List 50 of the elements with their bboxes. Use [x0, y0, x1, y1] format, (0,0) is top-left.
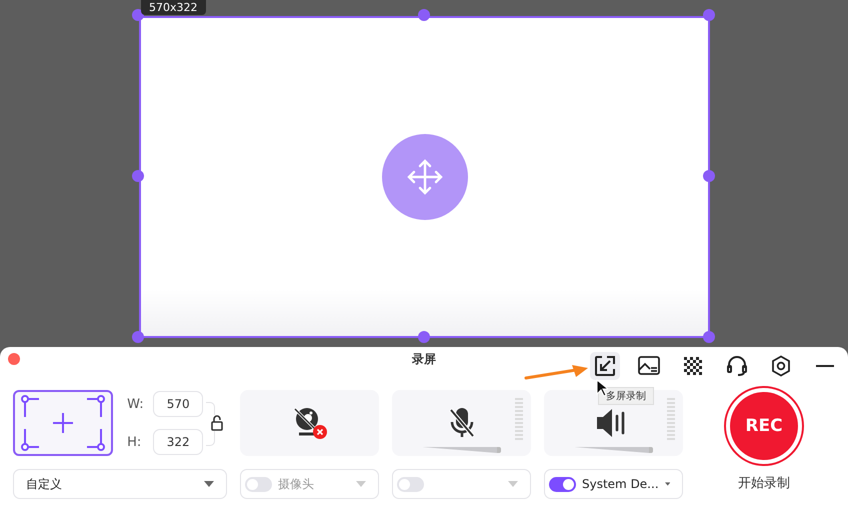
region-preset-dropdown[interactable]: 自定义	[13, 469, 227, 499]
device-label: 摄像头	[278, 476, 315, 492]
dropdown-caret-icon	[204, 481, 214, 487]
unlocked-padlock-icon[interactable]	[211, 415, 224, 431]
resize-handle[interactable]	[703, 170, 715, 182]
tooltip: 多屏录制	[598, 387, 654, 405]
minimize-icon	[816, 364, 834, 368]
expand-arrow-icon	[594, 355, 616, 377]
volume-slider[interactable]	[574, 447, 653, 453]
image-icon	[638, 356, 660, 376]
pointer-arrow	[524, 365, 590, 381]
toggle-switch[interactable]	[549, 476, 576, 492]
selection-frame[interactable]	[139, 16, 710, 338]
size-label: 570x322	[141, 0, 206, 15]
dropdown-caret-icon	[356, 481, 366, 487]
resize-handle[interactable]	[703, 331, 715, 343]
resize-handle[interactable]	[132, 331, 144, 343]
height-field[interactable]: 322	[153, 429, 204, 455]
device-label: System De...	[582, 477, 659, 491]
window-title: 录屏	[411, 351, 437, 368]
volume-slider[interactable]	[422, 447, 501, 453]
microphone-card[interactable]	[392, 390, 531, 456]
mouse-cursor-icon	[596, 379, 608, 397]
move-arrows-icon	[404, 157, 444, 197]
speaker-device-dropdown[interactable]: System De...	[544, 469, 683, 499]
dropdown-caret-icon	[508, 481, 518, 487]
resize-handle[interactable]	[703, 9, 715, 21]
level-meter	[515, 398, 523, 440]
preset-label: 自定义	[26, 476, 62, 492]
height-label: H:	[127, 434, 142, 450]
resize-handle[interactable]	[132, 170, 144, 182]
multi-screen-button[interactable]	[590, 352, 620, 380]
camera-card[interactable]	[240, 390, 379, 456]
resize-handle[interactable]	[132, 9, 144, 21]
width-label: W:	[127, 396, 145, 412]
microphone-muted-icon	[446, 406, 476, 440]
mosaic-icon	[684, 357, 702, 375]
resize-handle[interactable]	[418, 9, 430, 21]
record-label: 开始录制	[738, 475, 790, 492]
close-button[interactable]	[8, 353, 20, 365]
region-frame-icon	[21, 395, 106, 451]
dropdown-caret-icon	[664, 481, 670, 487]
record-button[interactable]: REC	[730, 392, 798, 460]
width-field[interactable]: 570	[153, 391, 204, 417]
camera-off-icon	[292, 406, 328, 440]
level-meter	[667, 398, 675, 440]
speaker-card[interactable]	[544, 390, 683, 456]
settings-icon	[771, 355, 791, 377]
region-select-button[interactable]	[13, 390, 114, 456]
headset-icon	[726, 355, 748, 377]
